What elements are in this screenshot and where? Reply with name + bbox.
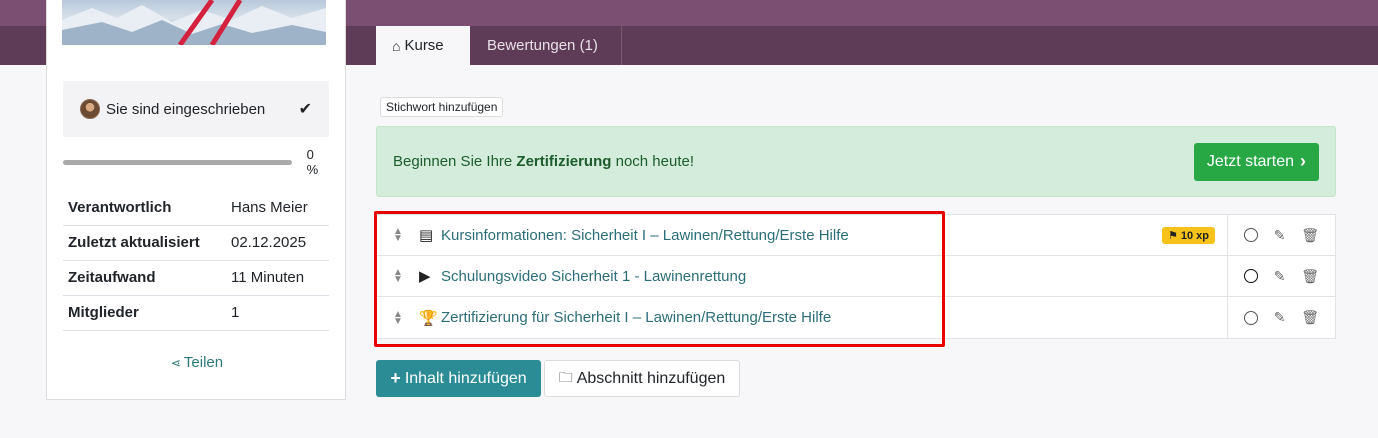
tab-label: Kurse xyxy=(404,37,444,54)
info-row: Zeitaufwand 11 Minuten xyxy=(63,260,329,296)
add-content-label: Inhalt hinzufügen xyxy=(404,369,527,387)
course-content-list: ▲ ▼ ▤ Kursinformationen: Sicherheit I – L… xyxy=(376,214,1336,339)
share-link[interactable]: ⋖ Teilen xyxy=(47,354,347,371)
share-icon: ⋖ xyxy=(170,356,181,370)
info-row: Mitglieder 1 xyxy=(63,295,329,331)
info-value: 11 Minuten xyxy=(226,260,329,296)
plus-icon: + xyxy=(390,368,401,388)
course-cover-image xyxy=(62,0,326,45)
drag-handle-icon[interactable]: ▲ ▼ xyxy=(377,227,419,244)
row-actions: ✎ 🗑 xyxy=(1227,297,1335,338)
banner-text-start: Beginnen Sie Ihre xyxy=(393,153,517,170)
pencil-icon[interactable]: ✎ xyxy=(1274,309,1286,326)
trash-icon[interactable]: 🗑 xyxy=(1301,227,1319,244)
banner-text-end: noch heute! xyxy=(611,153,695,170)
xp-badge: ⚑ 10 xp xyxy=(1161,226,1215,244)
add-tag-button[interactable]: Stichwort hinzufügen xyxy=(380,97,504,117)
enrollment-text: Sie sind eingeschrieben xyxy=(106,100,266,118)
completion-circle-icon[interactable] xyxy=(1243,228,1258,242)
banner-text: Beginnen Sie Ihre Zertifizierung noch he… xyxy=(393,153,1194,170)
home-icon: ⌂ xyxy=(392,37,401,54)
row-actions: ✎ 🗑 xyxy=(1227,215,1335,255)
completion-circle-icon[interactable] xyxy=(1243,269,1258,283)
info-key: Zeitaufwand xyxy=(63,260,226,296)
add-content-button[interactable]: + Inhalt hinzufügen xyxy=(376,360,541,397)
certification-banner: Beginnen Sie Ihre Zertifizierung noch he… xyxy=(376,126,1336,197)
trophy-icon: 🏆 xyxy=(419,309,438,327)
info-row: Zuletzt aktualisiert 02.12.2025 xyxy=(63,225,329,261)
info-key: Mitglieder xyxy=(63,295,226,331)
pencil-icon[interactable]: ✎ xyxy=(1274,227,1286,244)
info-row: Verantwortlich Hans Meier xyxy=(63,190,329,226)
tab-bewertungen[interactable]: Bewertungen (1) xyxy=(471,26,622,65)
pencil-icon[interactable]: ✎ xyxy=(1274,268,1286,285)
info-key: Verantwortlich xyxy=(63,190,226,226)
completion-circle-icon[interactable] xyxy=(1243,310,1258,325)
banner-text-bold: Zertifizierung xyxy=(516,153,612,170)
info-value: 02.12.2025 xyxy=(226,225,329,261)
xp-label: 10 xp xyxy=(1180,229,1209,242)
avatar xyxy=(80,99,100,119)
course-info-table: Verantwortlich Hans Meier Zuletzt aktual… xyxy=(63,190,329,331)
drag-handle-icon[interactable]: ▲ ▼ xyxy=(377,309,419,326)
course-sidebar-card: Sie sind eingeschrieben ✔ 0 % Verantwort… xyxy=(46,0,346,400)
content-title-link[interactable]: Kursinformationen: Sicherheit I – Lawine… xyxy=(441,227,1162,244)
content-title-link[interactable]: Zertifizierung für Sicherheit I – Lawine… xyxy=(441,309,1227,326)
add-section-label: Abschnitt hinzufügen xyxy=(576,369,726,387)
row-actions: ✎ 🗑 xyxy=(1227,256,1335,296)
chevron-right-icon: › xyxy=(1300,151,1306,171)
progress-percent: 0 % xyxy=(306,147,319,177)
info-key: Zuletzt aktualisiert xyxy=(63,225,226,261)
share-label: Teilen xyxy=(183,354,224,371)
tab-label: Bewertungen (1) xyxy=(487,37,598,54)
document-icon: ▤ xyxy=(419,227,434,244)
tab-kurse[interactable]: ⌂ Kurse xyxy=(376,26,470,65)
list-item: ▲ ▼ ▶ Schulungsvideo Sicherheit 1 - Lawin… xyxy=(377,256,1335,297)
progress-bar xyxy=(63,159,292,165)
trash-icon[interactable]: 🗑 xyxy=(1301,309,1319,326)
list-item: ▲ ▼ ▤ Kursinformationen: Sicherheit I – L… xyxy=(377,215,1335,256)
content-title-link[interactable]: Schulungsvideo Sicherheit 1 - Lawinenret… xyxy=(441,268,1227,285)
info-value: 1 xyxy=(226,295,329,331)
youtube-icon: ▶ xyxy=(419,268,431,285)
list-item: ▲ ▼ 🏆 Zertifizierung für Sicherheit I – L… xyxy=(377,297,1335,338)
start-now-button[interactable]: Jetzt starten › xyxy=(1193,142,1319,181)
check-icon: ✔ xyxy=(298,101,312,118)
info-value: Hans Meier xyxy=(226,190,329,226)
add-section-button[interactable]: 🗀 Abschnitt hinzufügen xyxy=(544,360,740,397)
drag-handle-icon[interactable]: ▲ ▼ xyxy=(377,268,419,285)
enrollment-status: Sie sind eingeschrieben ✔ xyxy=(63,81,329,137)
start-now-label: Jetzt starten xyxy=(1206,152,1294,170)
folder-icon: 🗀 xyxy=(558,368,573,385)
course-progress: 0 % xyxy=(63,147,329,177)
trash-icon[interactable]: 🗑 xyxy=(1301,268,1319,285)
